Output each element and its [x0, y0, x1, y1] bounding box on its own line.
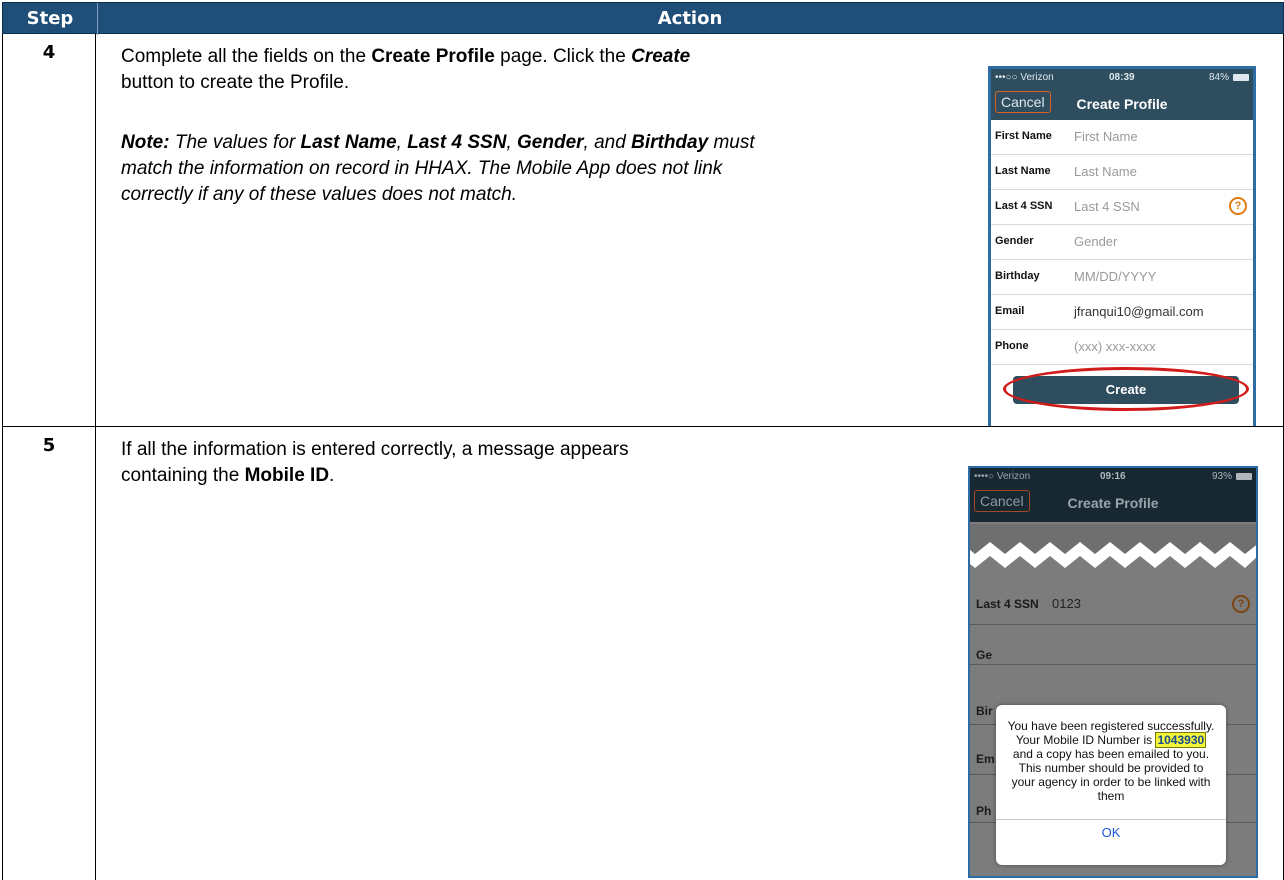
header-step: Step: [3, 3, 98, 35]
battery-text: 84%: [1208, 72, 1229, 83]
dialog-message: You have been registered successfully. Y…: [1007, 719, 1215, 803]
email-field[interactable]: Email jfranqui10@gmail.com: [991, 295, 1253, 330]
instruction-text: Complete all the fields on the Create Pr…: [121, 46, 691, 93]
status-bar: ••••○ Verizon 09:16 93%: [970, 468, 1256, 486]
battery-text: 93%: [1211, 471, 1232, 482]
nav-title: Create Profile: [1067, 495, 1159, 511]
highlight-oval: [1003, 367, 1249, 411]
last-name-field[interactable]: Last Name Last Name: [991, 155, 1253, 190]
success-dialog: You have been registered successfully. Y…: [996, 705, 1226, 865]
nav-bar: Cancel Create Profile: [970, 486, 1256, 522]
time-text: 08:39: [1109, 72, 1135, 83]
instruction-text: If all the information is entered correc…: [121, 439, 629, 486]
help-icon[interactable]: ?: [1229, 197, 1247, 215]
note-text: Note: The values for Last Name, Last 4 S…: [121, 132, 755, 205]
gender-row: Ge: [970, 624, 1256, 665]
last-4-ssn-field[interactable]: Last 4 SSN Last 4 SSN ?: [991, 190, 1253, 225]
mobile-id-highlight: 1043930: [1155, 732, 1207, 748]
header-action: Action: [657, 8, 723, 29]
create-profile-screenshot: •••○○ Verizon 08:39 84% Cancel Create Pr…: [988, 66, 1256, 426]
carrier-text: ••••○ Verizon: [974, 471, 1031, 482]
nav-bar: Cancel Create Profile: [991, 87, 1253, 120]
registration-success-screenshot: ••••○ Verizon 09:16 93% Cancel Create Pr…: [968, 466, 1258, 878]
torn-edge-graphic: [970, 524, 1256, 568]
nav-title: Create Profile: [1076, 96, 1168, 112]
gender-field[interactable]: Gender Gender: [991, 225, 1253, 260]
step-number: 4: [3, 34, 96, 426]
help-icon[interactable]: ?: [1232, 595, 1250, 613]
status-bar: •••○○ Verizon 08:39 84%: [991, 69, 1253, 87]
phone-field[interactable]: Phone (xxx) xxx-xxxx: [991, 330, 1253, 365]
table-header: Step Action: [2, 2, 1284, 35]
time-text: 09:16: [1100, 471, 1126, 482]
first-name-field[interactable]: First Name First Name: [991, 120, 1253, 155]
ok-button[interactable]: OK: [996, 819, 1226, 846]
carrier-text: •••○○ Verizon: [995, 72, 1054, 83]
battery-icon: [1236, 473, 1252, 480]
birthday-field[interactable]: Birthday MM/DD/YYYY: [991, 260, 1253, 295]
battery-icon: [1233, 74, 1249, 81]
ssn-row: Last 4 SSN 0123 ?: [970, 584, 1256, 625]
step-number: 5: [3, 427, 96, 880]
